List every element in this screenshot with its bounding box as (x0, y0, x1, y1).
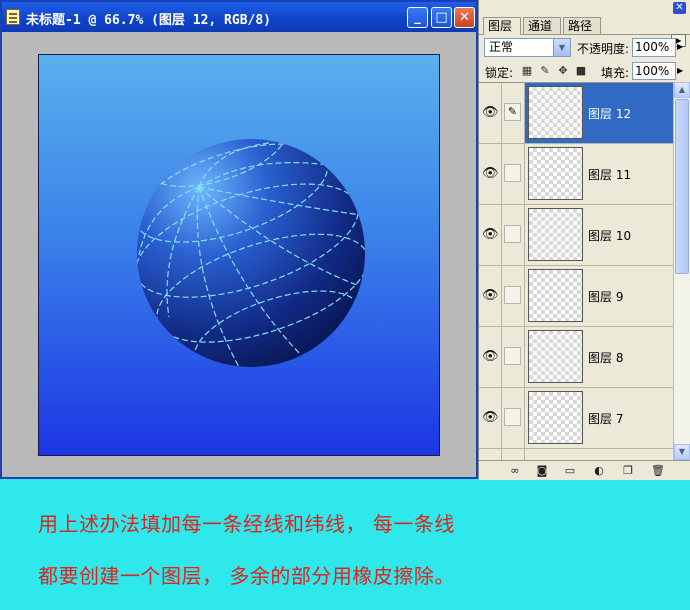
caption-line-1: 用上述办法填加每一条经线和纬线， 每一条线 (38, 512, 455, 536)
close-button[interactable]: ✕ (454, 7, 475, 28)
panel-tabs: 图层 通道 路径 ▶ (479, 16, 690, 47)
lock-position-icon[interactable]: ✥ (557, 64, 569, 77)
document-window: 未标题-1 @ 66.7% (图层 12, RGB/8) _ □ ✕ (0, 0, 478, 479)
link-box[interactable] (504, 225, 521, 243)
link-box[interactable] (504, 286, 521, 304)
layer-row[interactable]: 👁 图层 10 (479, 205, 673, 266)
layers-scrollbar[interactable]: ▲ ▼ (673, 82, 690, 460)
caption-line-2: 都要创建一个图层， 多余的部分用橡皮擦除。 (38, 564, 455, 588)
layer-label-cell: 图层 7 (525, 388, 673, 448)
image-canvas[interactable] (38, 54, 440, 456)
fill-arrow-icon[interactable]: ▶ (677, 66, 683, 75)
layer-thumbnail (528, 269, 583, 322)
layer-row[interactable]: 👁 图层 8 (479, 327, 673, 388)
document-title-bar[interactable]: 未标题-1 @ 66.7% (图层 12, RGB/8) _ □ ✕ (2, 2, 476, 32)
canvas-area (2, 32, 476, 477)
layer-name: 图层 9 (588, 290, 624, 304)
layer-thumbnail (528, 330, 583, 383)
layer-name: 图层 7 (588, 412, 624, 426)
link-layers-icon[interactable]: ∞ (507, 463, 523, 478)
layer-thumbnail (528, 147, 583, 200)
tab-paths[interactable]: 路径 (563, 17, 601, 34)
opacity-input[interactable]: 100% (632, 38, 676, 57)
lock-transparency-icon[interactable]: ▦ (521, 64, 533, 77)
link-box[interactable] (504, 347, 521, 365)
fill-label: 填充: (601, 66, 630, 80)
layer-label-cell: 图层 12 (525, 83, 673, 143)
document-icon (6, 9, 20, 25)
blend-mode-value: 正常 (489, 40, 514, 54)
eye-icon[interactable]: 👁 (482, 166, 499, 182)
scroll-down-icon[interactable]: ▼ (674, 444, 690, 460)
tab-channels[interactable]: 通道 (523, 17, 561, 34)
layer-name: 图层 11 (588, 168, 632, 182)
adjustment-layer-icon[interactable]: ◐ (591, 463, 607, 478)
delete-layer-icon[interactable]: 🗑 (650, 463, 666, 478)
layers-panel: ✕ 图层 通道 路径 ▶ 正常 ▼ 不透明度: 100% ▶ 锁定: ▦ ✎ ✥… (478, 0, 690, 480)
layer-thumbnail (528, 208, 583, 261)
link-box[interactable] (504, 164, 521, 182)
layer-label-cell: 图层 10 (525, 205, 673, 265)
layer-name: 图层 10 (588, 229, 632, 243)
layers-list: 👁 ✎ 图层 12 👁 图层 11 👁 图层 10 👁 图层 9 👁 图层 8 … (479, 82, 673, 461)
scroll-up-icon[interactable]: ▲ (674, 82, 690, 98)
layer-row[interactable]: 👁 ✎ 图层 12 (479, 83, 673, 144)
chevron-down-icon[interactable]: ▼ (553, 39, 570, 56)
layer-row[interactable]: 👁 图层 11 (479, 144, 673, 205)
brush-icon[interactable]: ✎ (504, 103, 521, 121)
layer-name: 图层 12 (588, 107, 632, 121)
layer-label-cell: 图层 11 (525, 144, 673, 204)
layer-label-cell: 图层 8 (525, 327, 673, 387)
lock-all-icon[interactable]: ■ (575, 64, 587, 77)
layer-label-cell: 图层 9 (525, 266, 673, 326)
eye-icon[interactable]: 👁 (482, 349, 499, 365)
tab-layers[interactable]: 图层 (483, 17, 521, 35)
link-box[interactable] (504, 408, 521, 426)
minimize-button[interactable]: _ (407, 7, 428, 28)
eye-icon[interactable]: 👁 (482, 105, 499, 121)
add-layer-style-icon[interactable]: ◙ (534, 463, 550, 478)
layer-name: 图层 8 (588, 351, 624, 365)
lock-label: 锁定: (485, 66, 514, 80)
panel-footer: ∞ ◙ ▭ ◐ ❐ 🗑 (479, 460, 690, 480)
layer-thumbnail (528, 86, 583, 139)
lock-image-icon[interactable]: ✎ (539, 64, 551, 77)
new-group-icon[interactable]: ▭ (562, 463, 578, 478)
layer-thumbnail (528, 391, 583, 444)
opacity-arrow-icon[interactable]: ▶ (677, 42, 683, 51)
new-layer-icon[interactable]: ❐ (620, 463, 636, 478)
panel-header: ✕ (479, 0, 690, 16)
layer-row[interactable]: 👁 图层 9 (479, 266, 673, 327)
eye-icon[interactable]: 👁 (482, 410, 499, 426)
scrollbar-thumb[interactable] (675, 99, 689, 274)
eye-icon[interactable]: 👁 (482, 288, 499, 304)
blend-mode-select[interactable]: 正常 ▼ (484, 38, 571, 57)
globe-illustration (137, 139, 365, 367)
maximize-button[interactable]: □ (431, 7, 452, 28)
opacity-label: 不透明度: (577, 42, 630, 56)
sphere (137, 139, 365, 367)
panel-close-icon[interactable]: ✕ (673, 2, 686, 14)
eye-icon[interactable]: 👁 (482, 227, 499, 243)
document-title: 未标题-1 @ 66.7% (图层 12, RGB/8) (26, 13, 272, 28)
fill-input[interactable]: 100% (632, 62, 676, 80)
layer-row[interactable]: 👁 图层 7 (479, 388, 673, 449)
